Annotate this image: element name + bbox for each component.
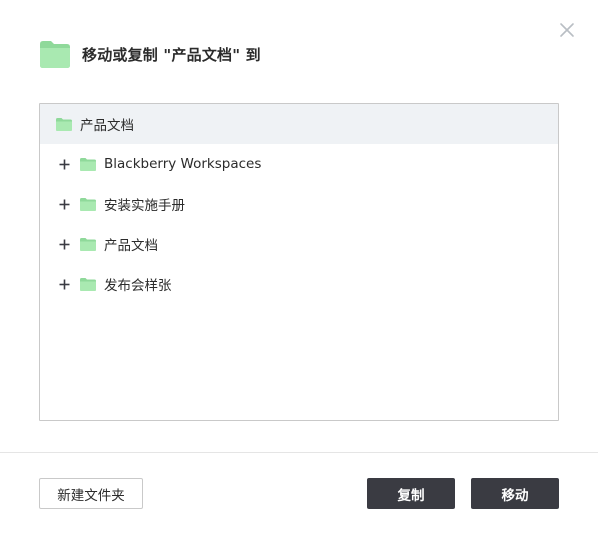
expand-plus-icon[interactable] xyxy=(56,276,72,292)
folder-icon xyxy=(80,157,96,171)
tree-item-launch-samples[interactable]: 发布会样张 xyxy=(40,264,558,304)
folder-icon xyxy=(80,197,96,211)
move-copy-dialog: 移动或复制 "产品文档" 到 产品文档 Blackberry Workspace… xyxy=(0,0,598,533)
folder-tree: 产品文档 Blackberry Workspaces 安装实施手册 产品文档 发… xyxy=(39,103,559,421)
expand-plus-icon[interactable] xyxy=(56,156,72,172)
dialog-header: 移动或复制 "产品文档" 到 xyxy=(40,40,261,68)
folder-icon xyxy=(80,277,96,291)
folder-icon xyxy=(56,117,72,131)
tree-item-product-docs[interactable]: 产品文档 xyxy=(40,224,558,264)
tree-root-item[interactable]: 产品文档 xyxy=(40,104,558,144)
tree-item-label: 发布会样张 xyxy=(104,278,172,294)
close-icon[interactable] xyxy=(557,20,577,40)
move-button[interactable]: 移动 xyxy=(471,478,559,509)
expand-plus-icon[interactable] xyxy=(56,196,72,212)
copy-button[interactable]: 复制 xyxy=(367,478,455,509)
tree-item-label: 安装实施手册 xyxy=(104,198,185,214)
folder-icon xyxy=(40,40,70,68)
dialog-title: 移动或复制 "产品文档" 到 xyxy=(82,45,261,64)
tree-item-label: 产品文档 xyxy=(104,238,158,254)
footer-divider xyxy=(0,452,598,453)
tree-item-label: Blackberry Workspaces xyxy=(104,156,262,172)
folder-icon xyxy=(80,237,96,251)
tree-item-blackberry-workspaces[interactable]: Blackberry Workspaces xyxy=(40,144,558,184)
new-folder-button[interactable]: 新建文件夹 xyxy=(39,478,143,509)
tree-item-install-manual[interactable]: 安装实施手册 xyxy=(40,184,558,224)
expand-plus-icon[interactable] xyxy=(56,236,72,252)
tree-root-label: 产品文档 xyxy=(80,118,134,134)
